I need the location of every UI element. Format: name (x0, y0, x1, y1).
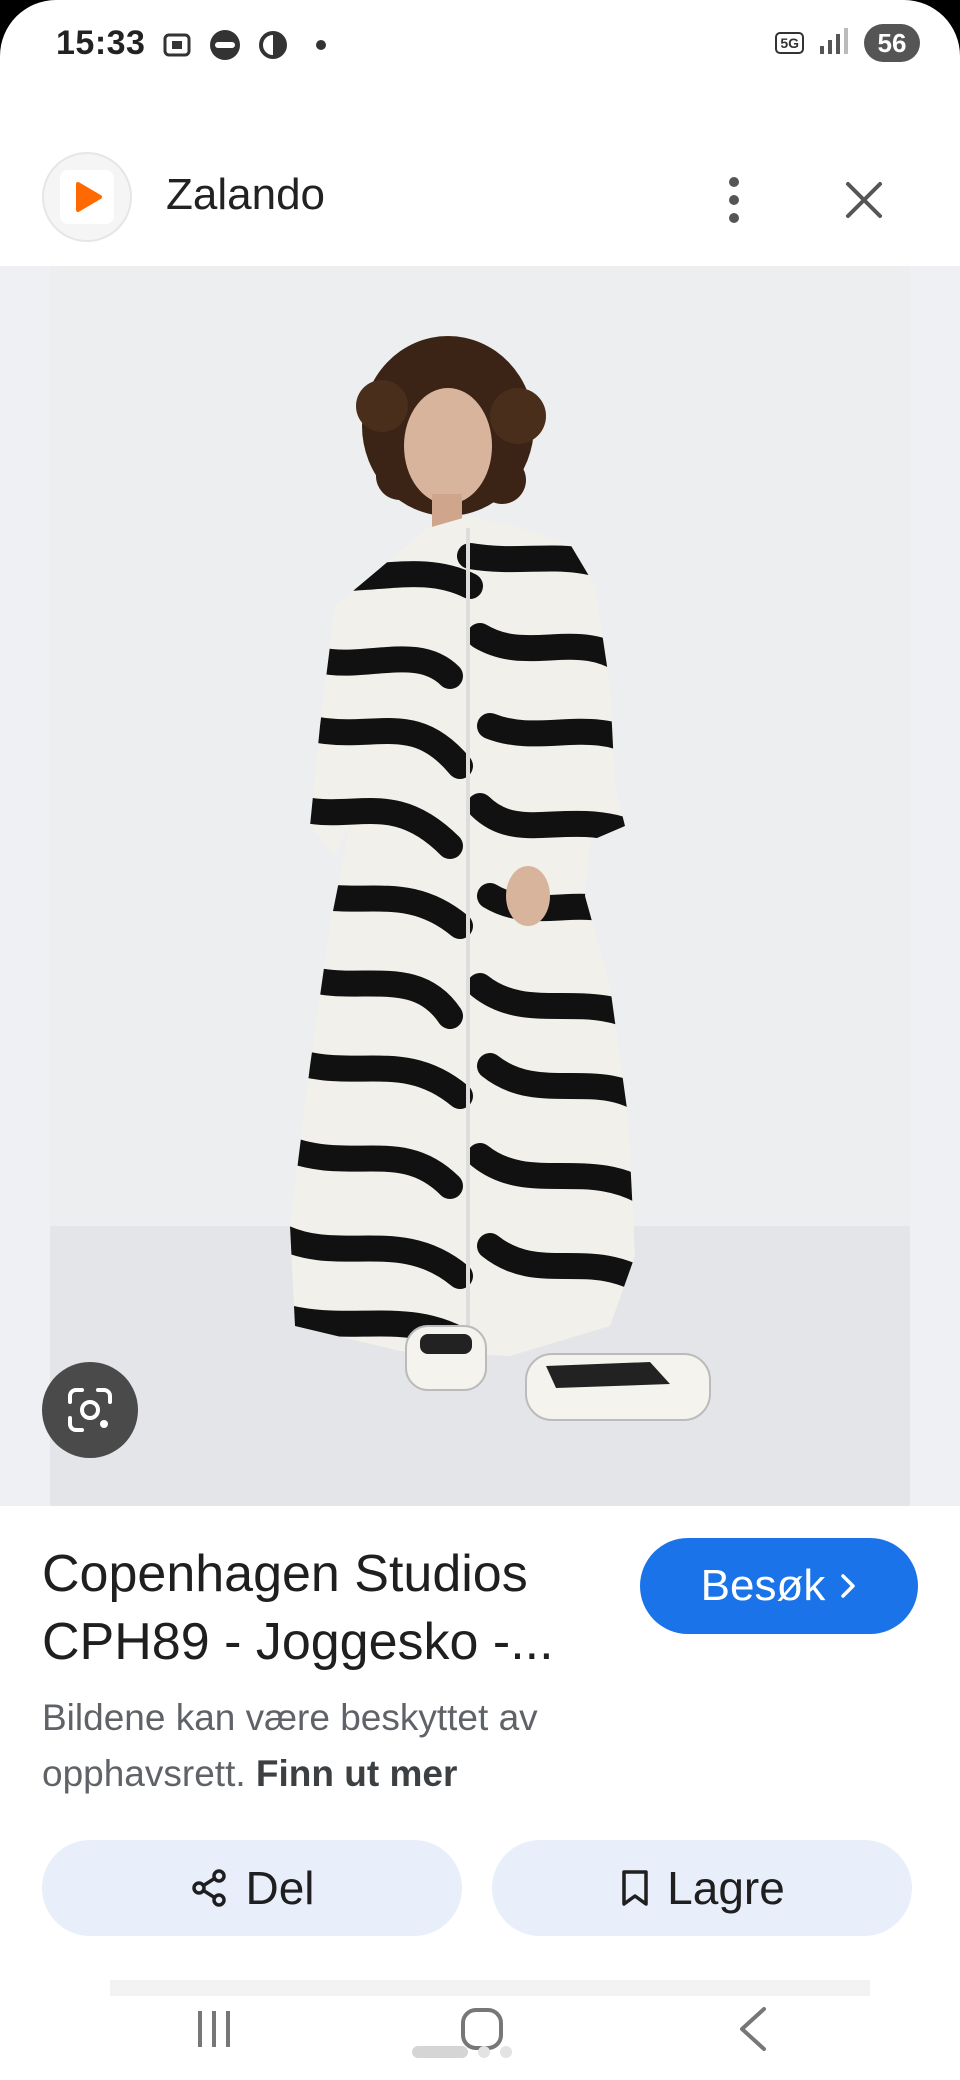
site-name[interactable]: Zalando (166, 170, 325, 220)
chevron-right-icon (841, 1574, 856, 1598)
image-edge-right (910, 266, 960, 1506)
google-lens-button[interactable] (42, 1362, 138, 1458)
image-edge-left (0, 266, 50, 1506)
pager-active (412, 2046, 468, 2058)
site-header: Zalando (0, 140, 960, 260)
pager-dot (500, 2046, 512, 2058)
product-title[interactable]: Copenhagen Studios CPH89 - Joggesko -... (42, 1540, 612, 1676)
image-viewer (0, 266, 960, 1506)
zalando-play-icon (60, 170, 114, 224)
back-button[interactable] (712, 1998, 792, 2060)
pager-dot (478, 2046, 490, 2058)
nav-bar-fade (110, 1980, 870, 1996)
coop-icon (208, 28, 242, 62)
status-bar: 15:33 5G 56 (0, 0, 960, 96)
screenshot-icon (160, 28, 194, 62)
copyright-notice: Bildene kan være beskyttet av opphavsret… (42, 1690, 662, 1802)
back-icon (740, 2007, 766, 2051)
battery-indicator: 56 (864, 24, 920, 62)
product-title-line-1: Copenhagen Studios (42, 1545, 528, 1603)
save-label: Lagre (667, 1862, 785, 1914)
visit-button-label: Besøk (700, 1561, 826, 1610)
status-icons-right: 5G 56 (775, 24, 920, 62)
product-image[interactable] (50, 266, 910, 1506)
site-logo[interactable] (42, 152, 132, 242)
recent-apps-icon (198, 2011, 230, 2047)
dot-icon (304, 28, 338, 62)
screen: 15:33 5G 56 Zalando Copenhagen Studios C… (0, 0, 960, 2080)
google-lens-icon (68, 1388, 112, 1432)
system-nav-bar (0, 1980, 960, 2080)
share-label: Del (245, 1862, 315, 1914)
bookmark-icon (622, 1870, 648, 1906)
recent-apps-button[interactable] (174, 1998, 254, 2060)
learn-more-link[interactable]: Finn ut mer (256, 1753, 457, 1794)
close-button[interactable] (828, 164, 900, 236)
visit-button[interactable]: Besøk (640, 1538, 918, 1634)
close-icon (846, 182, 882, 218)
share-button[interactable]: Del (42, 1840, 462, 1936)
more-vert-icon (729, 177, 739, 223)
signal-icon (818, 26, 850, 61)
pager-indicator (412, 2046, 512, 2058)
share-icon (192, 1869, 227, 1907)
data-saver-icon (256, 28, 290, 62)
status-time: 15:33 (56, 24, 146, 62)
product-title-line-2: CPH89 - Joggesko -... (42, 1613, 554, 1671)
more-options-button[interactable] (704, 164, 764, 236)
network-type: 5G (775, 32, 804, 54)
status-icons-left (160, 28, 338, 62)
save-button[interactable]: Lagre (492, 1840, 912, 1936)
